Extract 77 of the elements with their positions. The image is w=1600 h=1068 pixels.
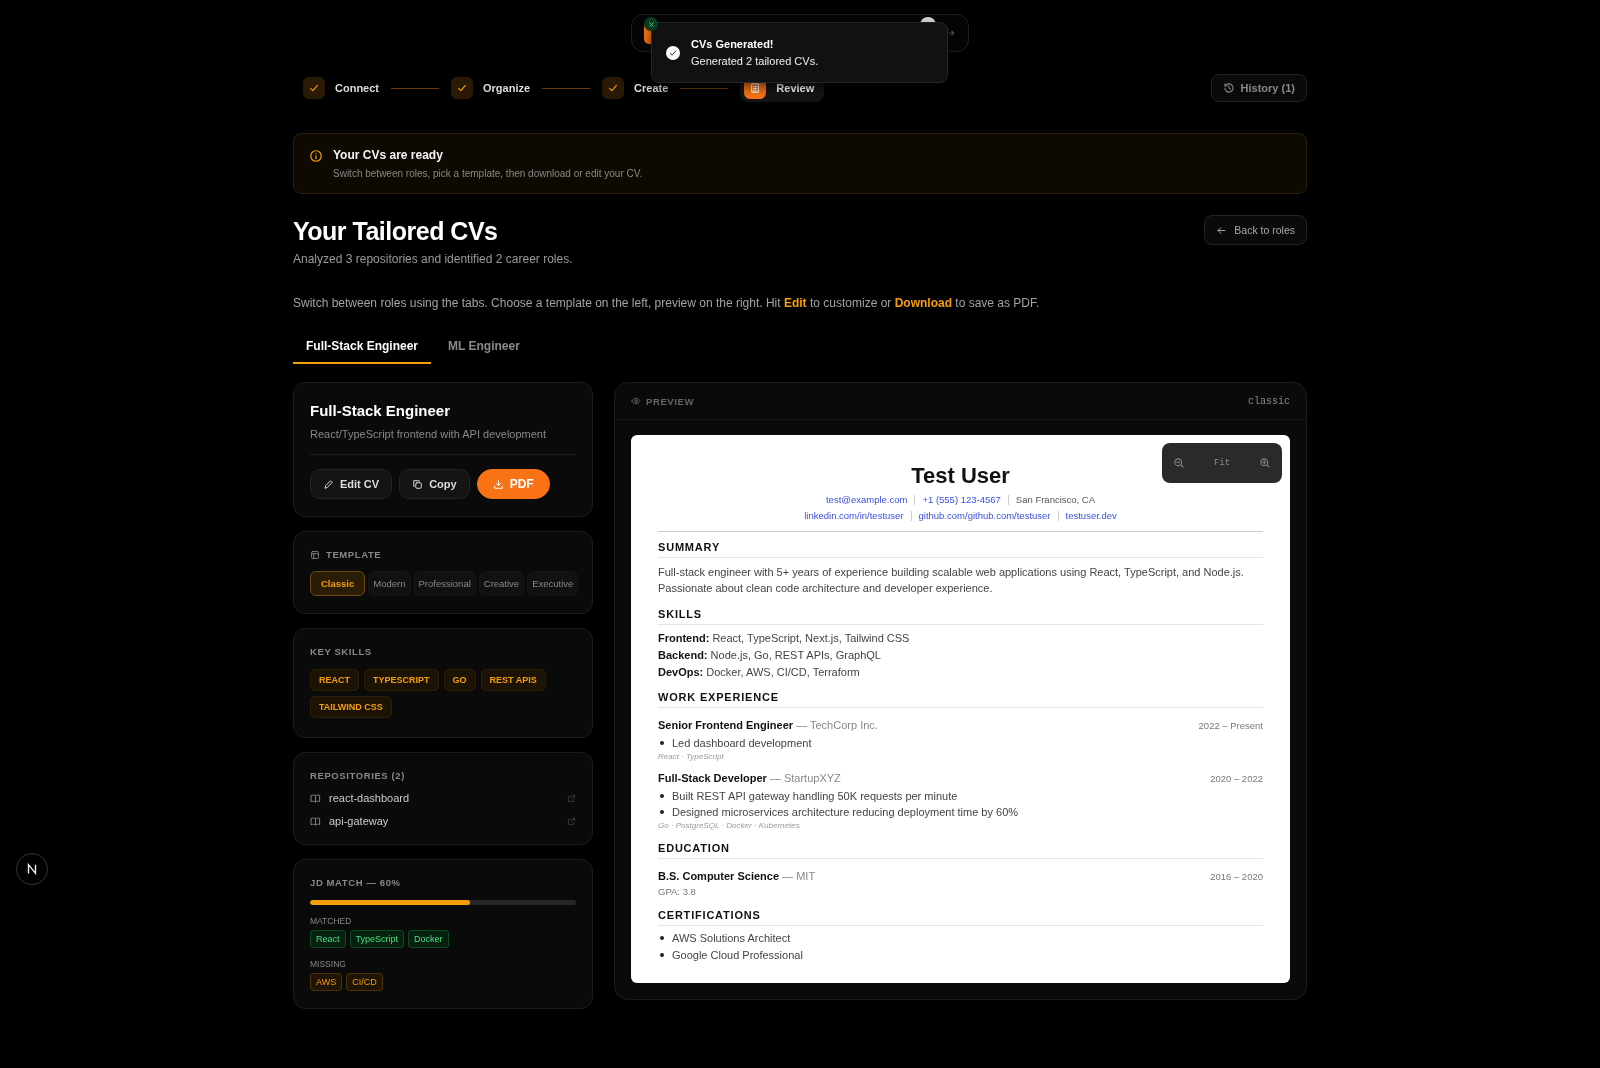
template-option[interactable]: Creative (478, 571, 525, 596)
skill-tag: REST APIS (480, 669, 546, 691)
skill-tag: GO (443, 669, 476, 691)
matched-tag: React (310, 930, 346, 948)
bullet-text: Google Cloud Professional (672, 949, 803, 961)
missing-label: MISSING (310, 959, 347, 969)
cv-section-heading: WORK EXPERIENCE (658, 691, 1263, 708)
matched-tag: Docker (408, 930, 449, 948)
skill-line: DevOps: Docker, AWS, CI/CD, Terraform (658, 665, 861, 679)
banner-title: Your CVs are ready (333, 148, 444, 162)
cv-name: Test User (910, 463, 1011, 489)
page-title: Your Tailored CVs (293, 216, 499, 247)
skill-line: Frontend: React, TypeScript, Next.js, Tailwind CSS (658, 631, 911, 645)
section-heading: JD MATCH — 60% (310, 877, 402, 888)
banner-text: Switch between roles, pick a template, then download or edit your CV. (333, 168, 643, 179)
template-option[interactable]: Professional (413, 571, 476, 596)
bullet-text: Built REST API gateway handling 50K requests per minute (672, 790, 958, 802)
toast-message: Generated 2 tailored CVs. (691, 55, 819, 67)
entry-organization: — TechCorp Inc. (795, 719, 878, 731)
bullet-text: Designed microservices architecture reducing deployment time by 60% (672, 806, 1019, 818)
contact-link[interactable]: test@example.com (825, 494, 908, 505)
role-tab[interactable]: ML Engineer (435, 330, 533, 364)
repository-link[interactable]: api-gateway (329, 815, 559, 827)
skill-line: Backend: Node.js, Go, REST APIs, GraphQL (658, 648, 882, 662)
preview-heading: PREVIEW (646, 395, 694, 407)
entry-dates: 2020 – 2022 (1210, 773, 1263, 784)
entry-organization: — MIT (781, 870, 816, 882)
repository-link[interactable]: react-dashboard (329, 792, 559, 804)
skill-tag: TAILWIND CSS (310, 696, 392, 718)
role-description: React/TypeScript frontend with API development (310, 428, 548, 440)
cv-section-heading: EDUCATION (658, 842, 1263, 859)
template-option[interactable]: Modern (368, 571, 411, 596)
edit-button[interactable]: Edit CV (310, 469, 393, 499)
step-item[interactable]: Connect (303, 77, 379, 99)
contact-link[interactable]: github.com/github.com/testuser (918, 510, 1051, 521)
contact-link[interactable]: linkedin.com/in/testuser (804, 510, 904, 521)
section-heading: KEY SKILLS (310, 646, 373, 657)
template-option[interactable]: Classic (310, 571, 366, 596)
fit-button[interactable]: Fit (1207, 457, 1237, 469)
matched-tag: TypeScript (349, 930, 405, 948)
entry-note: GPA: 3.8 (658, 886, 697, 897)
role-title: Full-Stack Engineer (310, 402, 452, 419)
missing-tag: CI/CD (346, 973, 383, 991)
tech-list: React · TypeScript (658, 752, 1263, 761)
bullet-text: AWS Solutions Architect (672, 932, 791, 944)
entry-title: Full-Stack Developer (658, 772, 767, 784)
contact-link[interactable]: +1 (555) 123-4567 (922, 494, 1001, 505)
copy-button[interactable]: Copy (399, 469, 470, 499)
section-heading: TEMPLATE (326, 549, 382, 560)
page-subtitle: Analyzed 3 repositories and identified 2 career roles. (293, 252, 573, 266)
tech-list: Go · PostgreSQL · Docker · Kubernetes (658, 821, 1263, 830)
section-heading: REPOSITORIES (2) (310, 770, 406, 781)
missing-tag: AWS (310, 973, 343, 991)
cv-section-heading: CERTIFICATIONS (658, 909, 1263, 926)
entry-dates: 2016 – 2020 (1210, 871, 1263, 882)
entry-dates: 2022 – Present (1198, 720, 1263, 731)
template-option[interactable]: Executive (527, 571, 579, 596)
entry-title: B.S. Computer Science (658, 870, 780, 882)
entry-title: Senior Frontend Engineer (658, 719, 794, 731)
step-item[interactable]: Create (602, 77, 669, 99)
skill-tag: REACT (310, 669, 359, 691)
back-button[interactable]: Back to roles (1204, 215, 1307, 245)
history-button[interactable]: History (1) (1210, 74, 1307, 102)
step-item[interactable]: Organize (451, 77, 531, 99)
cv-section-heading: SKILLS (658, 608, 1263, 625)
instructions-text: Switch between roles using the tabs. Choose a template on the left, preview on the right. Hit Edit to customize or Download to save as PDF. (293, 296, 1041, 310)
cv-section-heading: SUMMARY (658, 541, 1263, 558)
summary-text: Full-stack engineer with 5+ years of experience building scalable web applications using React, TypeScript, and Node.js. Passionate about clean code architecture and developer experience. (658, 565, 1245, 596)
template-name: classic (1248, 395, 1290, 407)
toast-title: CVs Generated! (691, 38, 775, 50)
contact-text: San Francisco, CA (1015, 494, 1096, 505)
contact-link[interactable]: testuser.dev (1065, 510, 1117, 521)
matched-label: MATCHED (310, 916, 353, 926)
entry-organization: — StartupXYZ (768, 772, 841, 784)
role-tab[interactable]: Full-Stack Engineer (293, 330, 432, 364)
bullet-text: Led dashboard development (672, 737, 812, 749)
skill-tag: TYPESCRIPT (364, 669, 439, 691)
